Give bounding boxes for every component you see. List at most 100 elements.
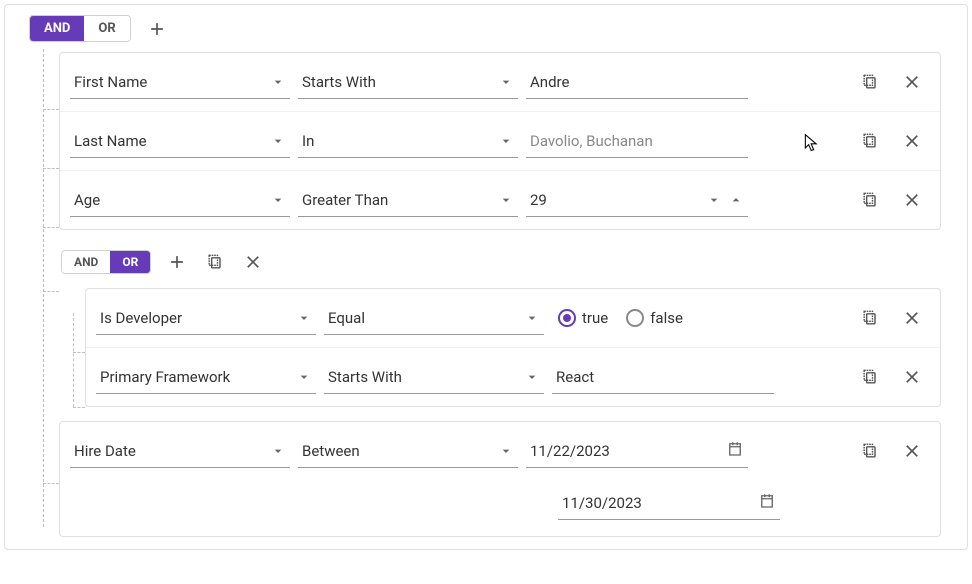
delete-button[interactable] (900, 188, 924, 212)
chevron-down-icon (498, 133, 514, 149)
chevron-down-icon (498, 443, 514, 459)
copy-group-button[interactable] (203, 250, 227, 274)
field-select[interactable]: Hire Date (70, 434, 290, 468)
field-select[interactable]: Last Name (70, 124, 290, 158)
text-input[interactable] (556, 368, 770, 386)
field-label: Is Developer (100, 309, 182, 327)
add-rule-button[interactable] (165, 250, 189, 274)
rule-row: Is Developer Equal true false (86, 289, 940, 348)
value-input[interactable] (526, 124, 748, 158)
tree-connector (43, 483, 59, 484)
copy-icon (205, 252, 225, 272)
copy-button[interactable] (858, 188, 882, 212)
chevron-down-icon (296, 310, 312, 326)
copy-button[interactable] (858, 439, 882, 463)
tree-connector (73, 407, 85, 408)
tree-line (43, 49, 44, 527)
add-rule-button[interactable] (145, 17, 169, 41)
field-select[interactable]: Is Developer (96, 301, 316, 335)
chevron-down-icon (524, 310, 540, 326)
field-select[interactable]: First Name (70, 65, 290, 99)
rules-list: First Name Starts With Last Name In (59, 52, 941, 230)
date-input[interactable]: 11/22/2023 (526, 434, 748, 468)
close-icon (902, 367, 922, 387)
tree-connector (43, 168, 59, 169)
copy-button[interactable] (858, 70, 882, 94)
field-select[interactable]: Primary Framework (96, 360, 316, 394)
tree-connector (43, 109, 59, 110)
date-input[interactable]: 11/30/2023 (558, 486, 780, 520)
rule-row: Primary Framework Starts With (86, 348, 940, 406)
copy-icon (860, 441, 880, 461)
tree-connector (73, 352, 85, 353)
operator-select[interactable]: Starts With (298, 65, 518, 99)
rule-row: Last Name In (60, 112, 940, 171)
date-value-text: 11/30/2023 (562, 494, 642, 512)
operator-label: Starts With (328, 368, 402, 386)
radio-label: true (582, 309, 608, 327)
operator-select[interactable]: In (298, 124, 518, 158)
text-input[interactable] (530, 73, 744, 91)
chevron-down-icon (498, 192, 514, 208)
value-input[interactable] (526, 65, 748, 99)
chevron-down-icon[interactable] (706, 192, 722, 208)
operator-label: Greater Than (302, 191, 388, 209)
chevron-down-icon (498, 74, 514, 90)
date-value-text: 11/22/2023 (530, 442, 610, 460)
operator-select[interactable]: Greater Than (298, 183, 518, 217)
chevron-down-icon (296, 369, 312, 385)
field-label: Hire Date (74, 442, 136, 460)
tree-line (73, 313, 74, 407)
copy-icon (860, 190, 880, 210)
rules-list: Hire Date Between 11/22/2023 11/30/2023 (59, 421, 941, 537)
copy-button[interactable] (858, 129, 882, 153)
query-builder: AND OR First Name Starts With Last Name (4, 4, 968, 550)
delete-button[interactable] (900, 70, 924, 94)
field-label: Last Name (74, 132, 147, 150)
chevron-down-icon (524, 369, 540, 385)
plus-icon (167, 252, 187, 272)
rule-row: Hire Date Between 11/22/2023 11/30/2023 (60, 422, 940, 536)
close-icon (902, 308, 922, 328)
operator-label: Equal (328, 309, 365, 327)
field-label: First Name (74, 73, 147, 91)
calendar-icon[interactable] (726, 440, 744, 462)
field-label: Age (74, 191, 100, 209)
value-input[interactable] (552, 360, 774, 394)
text-input[interactable] (530, 132, 744, 150)
number-input[interactable]: 29 (526, 183, 748, 217)
operator-select[interactable]: Between (298, 434, 518, 468)
close-icon (902, 190, 922, 210)
delete-group-button[interactable] (241, 250, 265, 274)
nested-rules-list: Is Developer Equal true false Primary Fr… (85, 288, 941, 407)
delete-button[interactable] (900, 306, 924, 330)
and-button[interactable]: AND (30, 16, 84, 41)
close-icon (243, 252, 263, 272)
tree-connector (43, 227, 59, 228)
chevron-down-icon (270, 443, 286, 459)
delete-button[interactable] (900, 129, 924, 153)
copy-button[interactable] (858, 365, 882, 389)
close-icon (902, 441, 922, 461)
delete-button[interactable] (900, 439, 924, 463)
copy-icon (860, 131, 880, 151)
or-button[interactable]: OR (84, 16, 129, 41)
logic-toggle: AND OR (29, 15, 131, 42)
radio-false[interactable]: false (626, 309, 683, 327)
operator-label: In (302, 132, 314, 150)
sub-group-header: AND OR (5, 230, 967, 288)
chevron-down-icon (270, 74, 286, 90)
operator-select[interactable]: Equal (324, 301, 544, 335)
plus-icon (147, 19, 167, 39)
chevron-up-icon[interactable] (728, 192, 744, 208)
copy-button[interactable] (858, 306, 882, 330)
delete-button[interactable] (900, 365, 924, 389)
copy-icon (860, 367, 880, 387)
calendar-icon[interactable] (758, 492, 776, 514)
close-icon (902, 72, 922, 92)
and-button[interactable]: AND (62, 251, 110, 273)
or-button[interactable]: OR (110, 251, 150, 273)
radio-true[interactable]: true (558, 309, 608, 327)
operator-select[interactable]: Starts With (324, 360, 544, 394)
field-select[interactable]: Age (70, 183, 290, 217)
